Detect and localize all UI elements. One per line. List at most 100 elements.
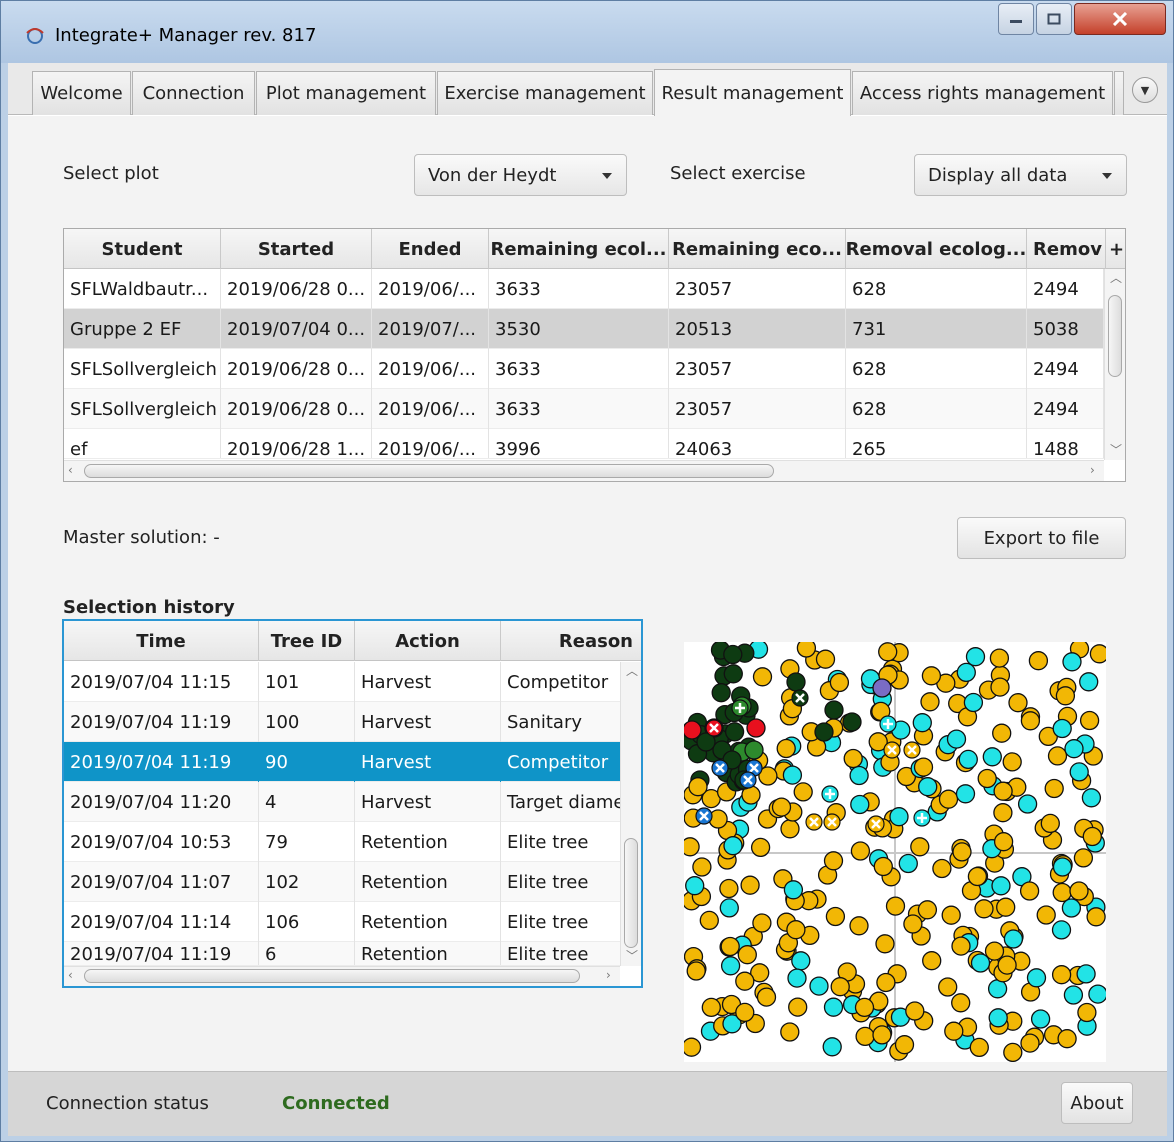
table-row[interactable]: SFLSollvergleich 2019/06/28 0... 2019/06… bbox=[64, 349, 1104, 389]
tree-map[interactable] bbox=[684, 642, 1106, 1062]
export-to-file-button[interactable]: Export to file bbox=[957, 517, 1126, 559]
tree-marker bbox=[996, 897, 1016, 917]
tree-marker bbox=[1003, 1042, 1023, 1062]
scroll-left-icon[interactable]: ‹ bbox=[68, 463, 73, 477]
table-row[interactable]: 2019/07/04 10:53 79 Retention Elite tree bbox=[64, 822, 620, 862]
close-button[interactable] bbox=[1074, 3, 1166, 35]
column-header-remov[interactable]: Remov bbox=[1027, 229, 1106, 269]
window-title: Integrate+ Manager rev. 817 bbox=[55, 25, 317, 46]
table-row[interactable]: SFLWaldbautr... 2019/06/28 0... 2019/06/… bbox=[64, 269, 1104, 309]
cell-remov: 2494 bbox=[1027, 349, 1104, 389]
cell-removal-ecolog: 265 bbox=[846, 429, 1027, 458]
scroll-right-icon[interactable]: › bbox=[606, 968, 611, 982]
tree-marker bbox=[1076, 964, 1096, 984]
table-row[interactable]: 2019/07/04 11:07 102 Retention Elite tre… bbox=[64, 862, 620, 902]
tab-plot-management[interactable]: Plot management bbox=[256, 71, 436, 115]
tree-marker bbox=[965, 647, 986, 667]
table-row[interactable]: 2019/07/04 11:19 100 Harvest Sanitary bbox=[64, 702, 620, 742]
about-button[interactable]: About bbox=[1061, 1082, 1133, 1124]
scroll-up-icon[interactable]: ︿ bbox=[626, 662, 638, 679]
tree-marker bbox=[1008, 693, 1028, 713]
tab-result-management[interactable]: Result management bbox=[654, 69, 851, 116]
tab-connection[interactable]: Connection bbox=[132, 71, 255, 115]
cell-action: Retention bbox=[355, 902, 501, 942]
table-row[interactable]: ef 2019/06/28 1... 2019/06/... 3996 2406… bbox=[64, 429, 1104, 459]
cell-remaining-eco: 23057 bbox=[669, 349, 846, 389]
selection-history-table[interactable]: Time Tree ID Action Reason 2019/07/04 11… bbox=[62, 619, 643, 988]
tree-marker bbox=[988, 1008, 1008, 1028]
tree-marker bbox=[782, 765, 803, 785]
chevron-down-icon bbox=[1102, 173, 1112, 179]
tree-marker bbox=[740, 875, 760, 895]
column-header-started[interactable]: Started bbox=[221, 229, 372, 269]
cell-ended: 2019/06/... bbox=[372, 429, 489, 458]
table-row[interactable]: 2019/07/04 11:15 101 Harvest Competitor bbox=[64, 662, 620, 702]
scroll-thumb[interactable] bbox=[624, 838, 638, 948]
column-header-remaining-eco[interactable]: Remaining eco... bbox=[669, 229, 846, 269]
scroll-down-icon[interactable]: ﹀ bbox=[1110, 441, 1122, 458]
history-vertical-scrollbar[interactable]: ︿ ﹀ bbox=[620, 662, 641, 966]
cell-action: Retention bbox=[355, 942, 501, 965]
results-table-header: Student Started Ended Remaining ecol... … bbox=[64, 229, 1125, 269]
tree-marker bbox=[984, 941, 1005, 961]
scroll-down-icon[interactable]: ﹀ bbox=[626, 947, 638, 964]
tree-marker bbox=[1062, 652, 1082, 672]
tree-marker bbox=[825, 906, 846, 927]
column-header-time[interactable]: Time bbox=[64, 621, 259, 661]
tab-exercise-management[interactable]: Exercise management bbox=[437, 71, 653, 115]
cell-removal-ecolog: 628 bbox=[846, 269, 1027, 309]
tab-welcome[interactable]: Welcome bbox=[32, 71, 131, 115]
tree-marker bbox=[889, 807, 909, 827]
history-horizontal-scrollbar[interactable]: ‹ › bbox=[64, 966, 620, 986]
scroll-thumb[interactable] bbox=[1108, 295, 1122, 377]
tab-access-rights-management[interactable]: Access rights management bbox=[852, 71, 1113, 115]
status-bar: Connection status Connected About bbox=[8, 1071, 1167, 1136]
table-row[interactable]: 2019/07/04 11:19 6 Retention Elite tree bbox=[64, 942, 620, 966]
tree-marker bbox=[796, 642, 817, 658]
table-row-selected[interactable]: Gruppe 2 EF 2019/07/04 0... 2019/07/... … bbox=[64, 309, 1104, 349]
column-header-student[interactable]: Student bbox=[64, 229, 221, 269]
maximize-button[interactable] bbox=[1036, 3, 1072, 35]
add-column-button[interactable]: + bbox=[1106, 229, 1125, 269]
tree-marker bbox=[1055, 686, 1076, 706]
column-header-ended[interactable]: Ended bbox=[372, 229, 489, 269]
tree-marker bbox=[1081, 788, 1102, 808]
exercise-select[interactable]: Display all data bbox=[914, 154, 1127, 196]
scroll-up-icon[interactable]: ︿ bbox=[1110, 269, 1122, 286]
cell-started: 2019/06/28 1... bbox=[221, 429, 372, 458]
column-header-reason[interactable]: Reason bbox=[501, 621, 641, 661]
results-vertical-scrollbar[interactable]: ︿ ﹀ bbox=[1104, 269, 1125, 460]
scroll-left-icon[interactable]: ‹ bbox=[68, 968, 73, 982]
tree-marker bbox=[1044, 778, 1064, 799]
minimize-button[interactable] bbox=[998, 3, 1034, 35]
tree-marker bbox=[956, 662, 976, 683]
tree-marker bbox=[963, 692, 984, 713]
column-header-action[interactable]: Action bbox=[355, 621, 501, 661]
plot-select[interactable]: Von der Heydt bbox=[414, 154, 627, 196]
tab-overflow-button[interactable]: ▼ bbox=[1132, 77, 1158, 103]
tree-marker bbox=[912, 713, 932, 733]
table-row[interactable]: 2019/07/04 11:20 4 Harvest Target diame bbox=[64, 782, 620, 822]
tree-marker bbox=[1057, 1029, 1077, 1049]
tree-marker bbox=[1003, 929, 1024, 949]
column-header-remaining-ecol[interactable]: Remaining ecol... bbox=[489, 229, 669, 269]
tree-marker bbox=[724, 722, 745, 742]
cell-time: 2019/07/04 10:53 bbox=[64, 822, 259, 862]
table-row[interactable]: 2019/07/04 11:14 106 Retention Elite tre… bbox=[64, 902, 620, 942]
scroll-thumb[interactable] bbox=[84, 464, 774, 478]
column-header-tree-id[interactable]: Tree ID bbox=[259, 621, 355, 661]
table-row[interactable]: SFLSollvergleich 2019/06/28 0... 2019/06… bbox=[64, 389, 1104, 429]
tree-marker bbox=[684, 837, 700, 857]
tree-marker bbox=[1073, 848, 1094, 868]
tree-marker bbox=[997, 955, 1017, 975]
cell-reason: Elite tree bbox=[507, 943, 589, 965]
scroll-thumb[interactable] bbox=[84, 969, 580, 983]
results-table[interactable]: Student Started Ended Remaining ecol... … bbox=[63, 228, 1126, 482]
title-bar[interactable]: Integrate+ Manager rev. 817 bbox=[1, 1, 1173, 63]
table-row-selected[interactable]: 2019/07/04 11:19 90 Harvest Competitor bbox=[64, 742, 620, 782]
results-horizontal-scrollbar[interactable]: ‹ › bbox=[64, 460, 1104, 481]
scroll-right-icon[interactable]: › bbox=[1090, 463, 1095, 477]
tree-marker bbox=[1020, 1033, 1040, 1053]
tree-marker bbox=[946, 729, 967, 749]
column-header-removal-ecolog[interactable]: Removal ecolog... bbox=[846, 229, 1027, 269]
